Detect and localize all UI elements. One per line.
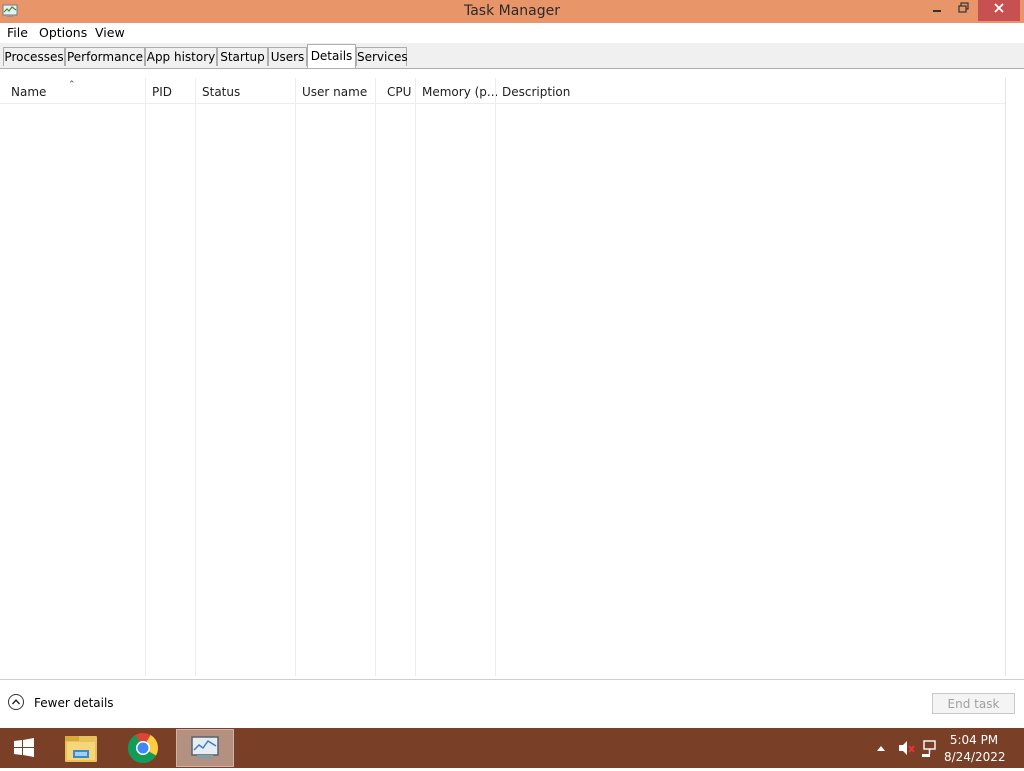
chrome-icon <box>120 733 166 771</box>
task-manager-icon <box>177 736 233 769</box>
file-explorer-icon <box>58 736 104 771</box>
details-grid[interactable]: ⌃ Name PID Status User name CPU Memory (… <box>0 78 1024 678</box>
taskbar: 5:04 PM 8/24/2022 <box>0 728 1024 768</box>
chevron-up-circle-icon[interactable] <box>8 694 24 710</box>
menu-file[interactable]: File <box>7 25 28 40</box>
restore-button[interactable] <box>950 0 976 21</box>
vertical-scroll-track[interactable] <box>1005 78 1006 676</box>
windows-start-icon <box>4 738 44 771</box>
menu-bar: File Options View <box>0 23 1024 43</box>
header-separator <box>0 103 1005 104</box>
tab-services[interactable]: Services <box>356 47 408 66</box>
taskbar-file-explorer[interactable] <box>58 728 104 768</box>
minimize-button[interactable] <box>924 0 950 21</box>
tab-performance[interactable]: Performance <box>65 47 145 66</box>
tab-details[interactable]: Details <box>307 44 356 68</box>
column-header-cpu[interactable]: CPU <box>387 85 411 99</box>
menu-options[interactable]: Options <box>39 25 87 40</box>
tab-startup[interactable]: Startup <box>217 47 268 66</box>
column-divider[interactable] <box>295 78 296 676</box>
footer-bar: Fewer details End task <box>0 680 1024 728</box>
column-divider[interactable] <box>495 78 496 676</box>
column-divider[interactable] <box>375 78 376 676</box>
column-divider[interactable] <box>145 78 146 676</box>
close-icon <box>994 2 1004 17</box>
column-header-name[interactable]: Name <box>11 85 46 99</box>
taskbar-chrome[interactable] <box>120 728 166 768</box>
sort-ascending-icon: ⌃ <box>68 80 76 90</box>
tab-app-history[interactable]: App history <box>145 47 217 66</box>
column-header-memory[interactable]: Memory (p... <box>422 85 498 99</box>
clock-date[interactable]: 8/24/2022 <box>944 750 1006 764</box>
column-header-pid[interactable]: PID <box>152 85 172 99</box>
window-title: Task Manager <box>463 3 561 19</box>
menu-view[interactable]: View <box>95 25 125 40</box>
taskbar-task-manager[interactable] <box>176 729 234 767</box>
column-header-status[interactable]: Status <box>202 85 240 99</box>
clock-time[interactable]: 5:04 PM <box>944 733 1004 747</box>
tab-strip: Processes Performance App history Startu… <box>0 43 1024 69</box>
restore-icon <box>957 2 969 17</box>
end-task-button[interactable]: End task <box>932 693 1015 714</box>
show-hidden-icons-chevron[interactable] <box>874 728 888 768</box>
column-divider[interactable] <box>195 78 196 676</box>
column-divider[interactable] <box>415 78 416 676</box>
start-button[interactable] <box>4 728 44 768</box>
close-button[interactable] <box>978 0 1020 21</box>
column-header-user-name[interactable]: User name <box>302 85 367 99</box>
tab-processes[interactable]: Processes <box>3 47 65 66</box>
title-bar[interactable]: Task Manager <box>0 0 1024 23</box>
network-icon[interactable] <box>920 728 940 768</box>
column-header-description[interactable]: Description <box>502 85 570 99</box>
speaker-muted-icon[interactable] <box>895 728 917 768</box>
fewer-details-link[interactable]: Fewer details <box>34 696 114 710</box>
tab-users[interactable]: Users <box>268 47 307 66</box>
minimize-icon <box>932 2 942 17</box>
